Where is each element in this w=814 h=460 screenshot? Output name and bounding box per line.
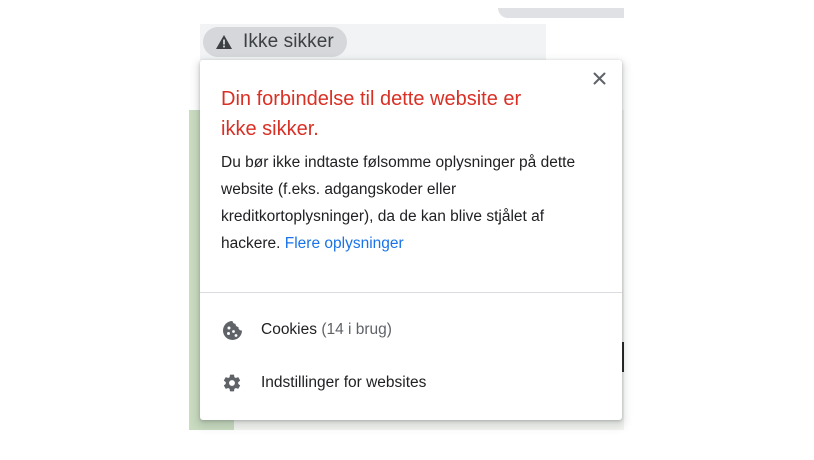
security-status-chip[interactable]: Ikke sikker	[203, 27, 347, 57]
site-settings-row[interactable]: Indstillinger for websites	[200, 361, 622, 405]
close-icon	[593, 72, 606, 90]
gear-icon	[221, 372, 243, 394]
cookies-row-label: Cookies (14 i brug)	[261, 321, 392, 339]
browser-viewport: Ikke sikker Din forbindelse til dette we…	[0, 0, 814, 460]
warning-triangle-icon	[215, 33, 233, 51]
learn-more-link[interactable]: Flere oplysninger	[285, 235, 404, 252]
title-line-2: ikke sikker.	[221, 118, 319, 140]
connection-warning-description: Du bør ikke indtaste følsomme oplysninge…	[221, 149, 593, 257]
divider	[200, 292, 622, 293]
close-button[interactable]	[588, 70, 610, 92]
cookies-row[interactable]: Cookies (14 i brug)	[200, 308, 622, 352]
tab-strip-fragment	[498, 8, 624, 18]
title-line-1: Din forbindelse til dette website er	[221, 88, 522, 110]
cookie-icon	[221, 319, 243, 341]
cookies-label: Cookies	[261, 321, 317, 338]
cookies-count: (14 i brug)	[321, 321, 392, 338]
security-status-label: Ikke sikker	[243, 31, 334, 52]
omnibox-edge	[546, 24, 624, 60]
site-info-popup: Din forbindelse til dette website er ikke…	[200, 60, 622, 420]
site-settings-label: Indstillinger for websites	[261, 374, 427, 391]
connection-warning-title: Din forbindelse til dette website er ikke…	[221, 84, 561, 144]
